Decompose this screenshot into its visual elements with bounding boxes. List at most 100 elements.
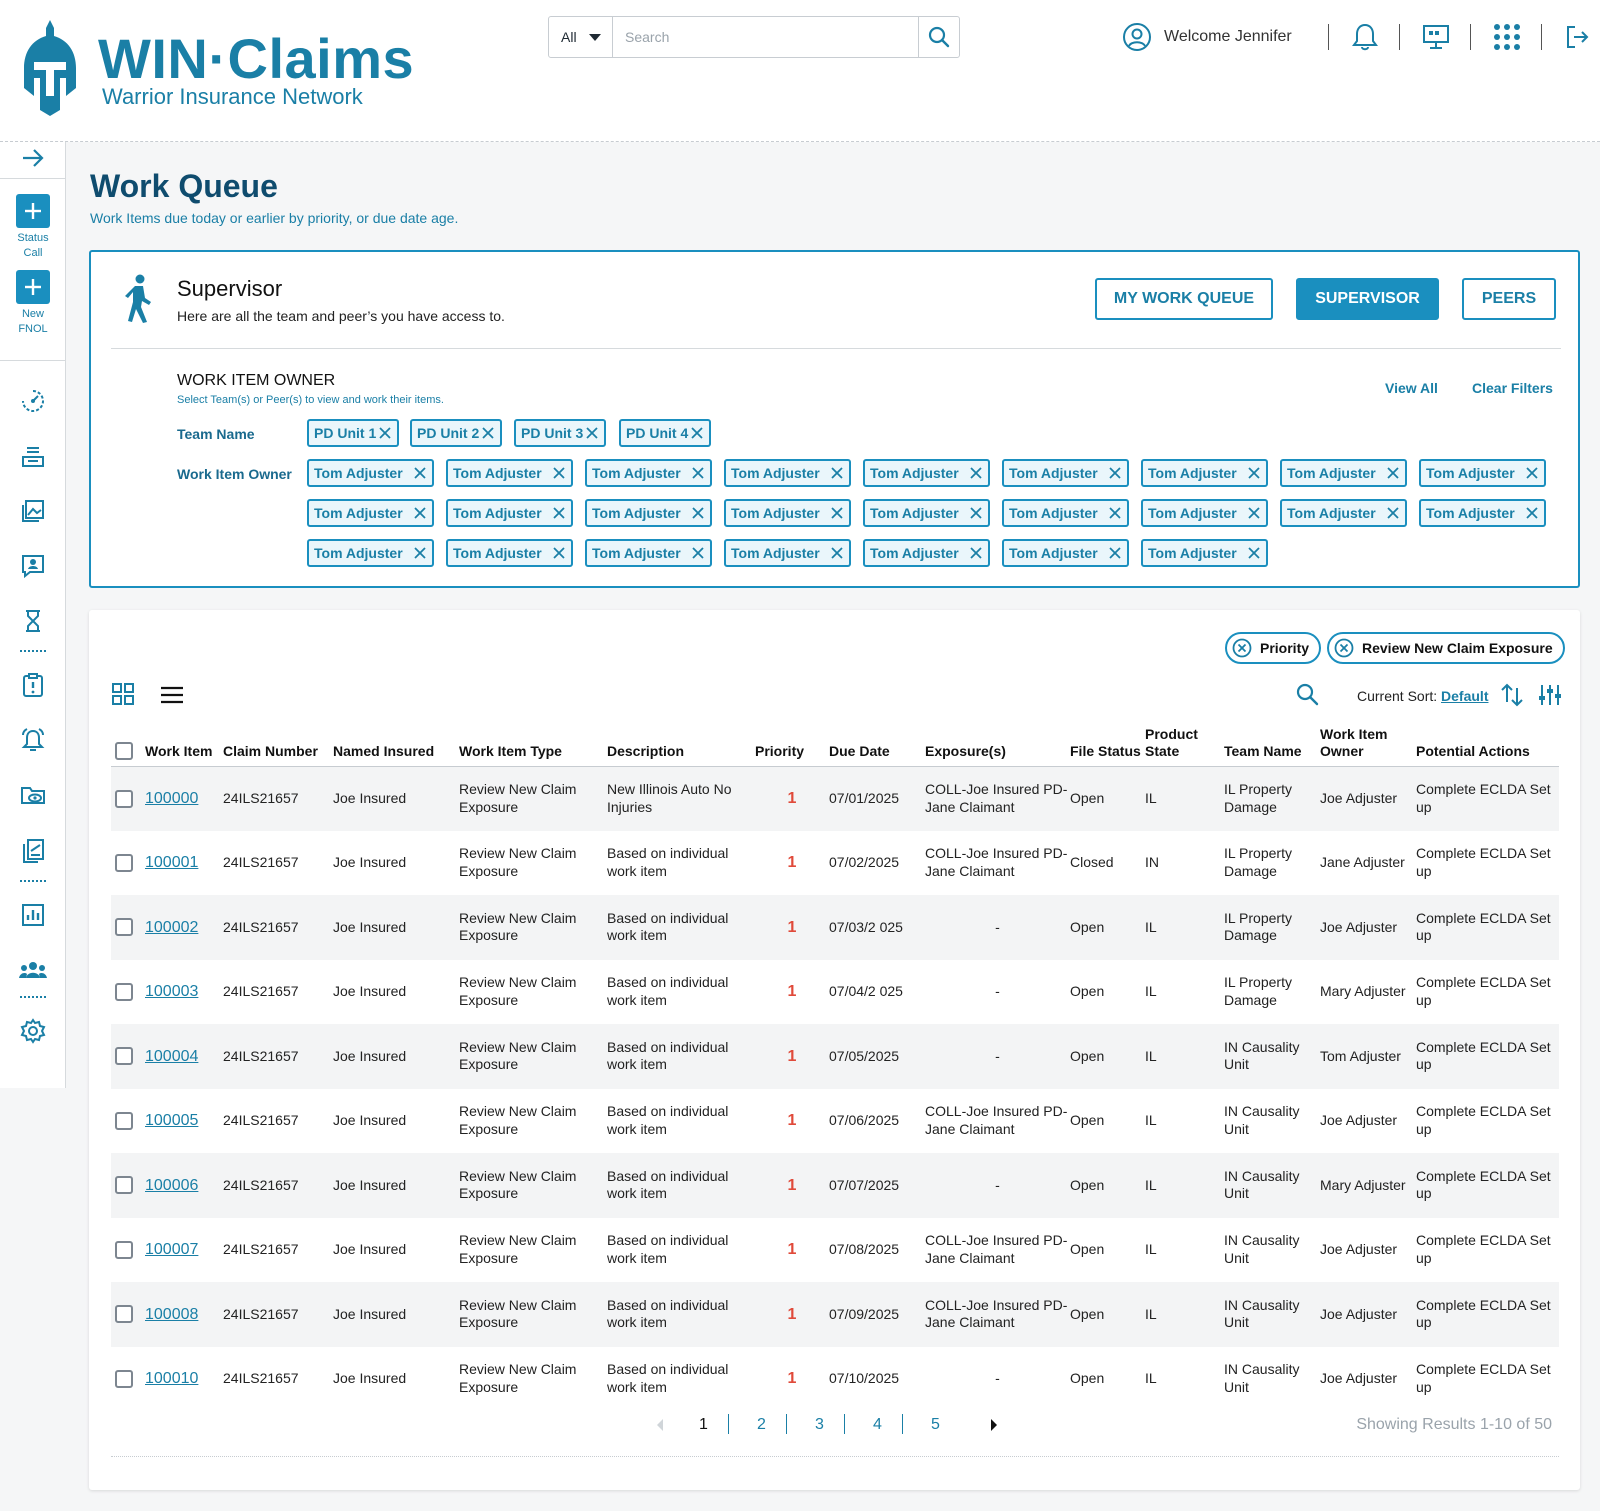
work-item-link[interactable]: 100008 [145,1306,198,1323]
header-team-name[interactable]: Team Name [1224,722,1320,767]
owner-chip[interactable]: Tom Adjuster [1002,459,1129,487]
header-potential-actions[interactable]: Potential Actions [1416,722,1559,767]
owner-chip[interactable]: Tom Adjuster [1419,459,1546,487]
work-item-link[interactable]: 100001 [145,854,198,871]
search-button[interactable] [918,17,959,57]
team-chip[interactable]: PD Unit 1 [307,419,399,447]
my-work-queue-button[interactable]: MY WORK QUEUE [1095,278,1273,320]
header-due-date[interactable]: Due Date [829,722,925,767]
sort-value-link[interactable]: Default [1441,688,1488,704]
header-named-insured[interactable]: Named Insured [333,722,459,767]
work-item-link[interactable]: 100007 [145,1241,198,1258]
team-chip[interactable]: PD Unit 4 [619,419,711,447]
close-icon[interactable] [691,427,703,439]
work-item-link[interactable]: 100006 [145,1177,198,1194]
owner-chip[interactable]: Tom Adjuster [1141,459,1268,487]
close-icon[interactable] [831,547,843,559]
search-input[interactable] [613,17,919,57]
close-icon[interactable] [1387,507,1399,519]
header-description[interactable]: Description [607,722,755,767]
row-select-cell[interactable] [111,1282,145,1347]
header-exposures[interactable]: Exposure(s) [925,722,1070,767]
close-icon[interactable] [1248,547,1260,559]
filter-pill-review-new-claim-exposure[interactable]: Review New Claim Exposure [1327,632,1565,664]
owner-chip[interactable]: Tom Adjuster [1002,539,1129,567]
close-icon[interactable] [1248,507,1260,519]
rail-gallery[interactable] [0,498,66,524]
clear-filters-link[interactable]: Clear Filters [1472,380,1553,396]
page-link[interactable]: 5 [931,1416,940,1434]
owner-chip[interactable]: Tom Adjuster [1002,499,1129,527]
select-all-checkbox[interactable] [115,741,133,760]
work-item-link[interactable]: 100005 [145,1112,198,1129]
page-link[interactable]: 1 [699,1416,708,1434]
row-select-cell[interactable] [111,1218,145,1283]
table-row[interactable]: 100005 24ILS21657 Joe Insured Review New Cl… [111,1089,1559,1154]
new-fnol-button[interactable]: New FNOL [0,270,66,337]
close-icon[interactable] [1387,467,1399,479]
table-row[interactable]: 100008 24ILS21657 Joe Insured Review New Cl… [111,1282,1559,1347]
close-icon[interactable] [553,547,565,559]
remove-circle-icon[interactable] [1232,638,1252,658]
row-checkbox[interactable] [115,1047,133,1066]
header-select-all[interactable] [111,722,145,767]
row-checkbox[interactable] [115,1176,133,1195]
expand-rail-button[interactable] [0,148,66,168]
row-select-cell[interactable] [111,1024,145,1089]
rail-inbox[interactable] [0,443,66,469]
table-row[interactable]: 100010 24ILS21657 Joe Insured Review New Cl… [111,1347,1559,1412]
header-work-item[interactable]: Work Item [145,722,223,767]
row-checkbox[interactable] [115,789,133,808]
close-icon[interactable] [692,467,704,479]
row-select-cell[interactable] [111,1347,145,1412]
close-icon[interactable] [482,427,494,439]
rail-reminders[interactable] [0,727,66,753]
prev-page-icon[interactable] [655,1418,665,1432]
remove-circle-icon[interactable] [1334,638,1354,658]
rail-dashboard[interactable] [0,388,66,414]
header-work-item-owner[interactable]: Work Item Owner [1320,722,1416,767]
rail-settings[interactable] [0,1018,66,1044]
owner-chip[interactable]: Tom Adjuster [446,499,573,527]
header-file-status[interactable]: File Status [1070,722,1145,767]
work-item-link[interactable]: 100000 [145,790,198,807]
close-icon[interactable] [414,467,426,479]
rail-team[interactable] [0,957,66,983]
close-icon[interactable] [414,547,426,559]
status-call-button[interactable]: Status Call [0,194,66,261]
row-checkbox[interactable] [115,1305,133,1324]
apps-button[interactable] [1490,20,1524,54]
close-icon[interactable] [692,507,704,519]
close-icon[interactable] [970,467,982,479]
row-select-cell[interactable] [111,766,145,831]
rail-reports[interactable] [0,902,66,928]
row-checkbox[interactable] [115,918,133,937]
row-select-cell[interactable] [111,1153,145,1218]
supervisor-button[interactable]: SUPERVISOR [1296,278,1439,320]
list-view-icon[interactable] [159,682,185,708]
table-row[interactable]: 100002 24ILS21657 Joe Insured Review New Cl… [111,895,1559,960]
close-icon[interactable] [414,507,426,519]
owner-chip[interactable]: Tom Adjuster [1141,499,1268,527]
owner-chip[interactable]: Tom Adjuster [724,459,851,487]
header-claim-number[interactable]: Claim Number [223,722,333,767]
owner-chip[interactable]: Tom Adjuster [585,539,712,567]
close-icon[interactable] [553,507,565,519]
close-icon[interactable] [692,547,704,559]
table-row[interactable]: 100007 24ILS21657 Joe Insured Review New Cl… [111,1218,1559,1283]
owner-chip[interactable]: Tom Adjuster [1419,499,1546,527]
owner-chip[interactable]: Tom Adjuster [863,539,990,567]
rail-folder-view[interactable] [0,782,66,808]
close-icon[interactable] [586,427,598,439]
close-icon[interactable] [970,547,982,559]
header-work-item-type[interactable]: Work Item Type [459,722,607,767]
close-icon[interactable] [1526,507,1538,519]
header-product-state[interactable]: Product State [1145,722,1224,767]
brand-logo[interactable]: WIN·Claims Warrior Insurance Network [20,18,420,118]
owner-chip[interactable]: Tom Adjuster [1280,499,1407,527]
work-item-link[interactable]: 100002 [145,919,198,936]
owner-chip[interactable]: Tom Adjuster [307,539,434,567]
owner-chip[interactable]: Tom Adjuster [863,499,990,527]
table-row[interactable]: 100000 24ILS21657 Joe Insured Review New Cl… [111,766,1559,831]
close-icon[interactable] [831,507,843,519]
